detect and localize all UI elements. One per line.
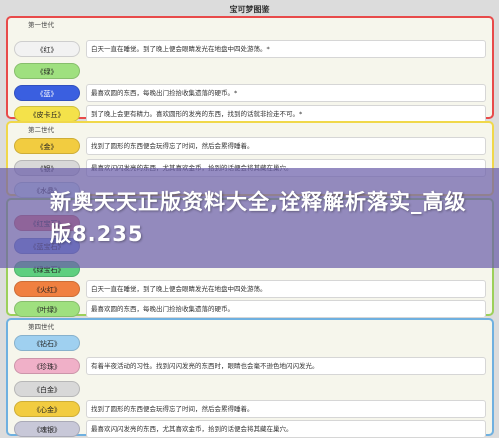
generation-section: 第四世代 《钻石》《珍珠》 有着半夜活动的习性。找到闪闪发亮的东西时，眼睛也会毫不… [6,318,494,438]
version-pill[interactable]: 《火红》 [14,281,80,297]
version-pill[interactable]: 《皮卡丘》 [14,106,80,122]
list-item[interactable]: 《金》 找到了圆形的东西便会玩得忘了时间，然后会累得睡着。 [12,137,488,155]
entry-description: 最喜欢圆的东西，每晚出门捡拾收集遗落的硬币。* [86,84,486,102]
entry-description: 有着半夜活动的习性。找到闪闪发亮的东西时，眼睛也会毫不逊色地闪闪发光。 [86,357,486,375]
list-item[interactable]: 《魂银》 最喜欢闪闪发亮的东西，尤其喜欢金币，拾到的话便会将其藏在巢穴。 [12,420,488,438]
list-item[interactable]: 《火红》 白天一直在睡觉，到了晚上便会眼睛发光在地盘中四处游荡。 [12,280,488,298]
section-label: 第四世代 [28,323,54,331]
overlay-banner: 新奥天天正版资料大全,诠释解析落实_高级版8.235 [0,168,499,268]
section-label: 第二世代 [28,126,54,134]
version-pill[interactable]: 《珍珠》 [14,358,80,374]
entry-description: 白天一直在睡觉。到了晚上便会眼睛发光在地盘中四处游荡。* [86,40,486,58]
banner-text: 新奥天天正版资料大全,诠释解析落实_高级版8.235 [50,190,467,246]
entry-description: 找到了圆形的东西便会玩得忘了时间，然后会累得睡着。 [86,137,486,155]
page: 宝可梦图鉴 第一世代 《红》 白天一直在睡觉。到了晚上便会眼睛发光在地盘中四处游荡… [0,0,499,438]
list-item[interactable]: 《白金》 [12,380,488,398]
version-pill[interactable]: 《绿》 [14,63,80,79]
entry-description: 最喜欢闪闪发亮的东西，尤其喜欢金币，拾到的话便会将其藏在巢穴。 [86,420,486,438]
list-item[interactable]: 《心金》 找到了圆形的东西便会玩得忘了时间，然后会累得睡着。 [12,400,488,418]
version-pill[interactable]: 《蓝》 [14,85,80,101]
version-pill[interactable]: 《叶绿》 [14,301,80,317]
entry-description: 白天一直在睡觉，到了晚上便会眼睛发光在地盘中四处游荡。 [86,280,486,298]
version-pill[interactable]: 《红》 [14,41,80,57]
generation-section: 第一世代 《红》 白天一直在睡觉。到了晚上便会眼睛发光在地盘中四处游荡。* 《绿》《… [6,16,494,123]
page-title: 宝可梦图鉴 [229,5,270,14]
list-item[interactable]: 《蓝》 最喜欢圆的东西，每晚出门捡拾收集遗落的硬币。* [12,84,488,102]
section-label: 第一世代 [28,21,54,29]
version-pill[interactable]: 《金》 [14,138,80,154]
entry-description: 找到了圆形的东西便会玩得忘了时间，然后会累得睡着。 [86,400,486,418]
version-pill[interactable]: 《钻石》 [14,335,80,351]
list-item[interactable]: 《钻石》 [12,334,488,352]
list-item[interactable]: 《珍珠》 有着半夜活动的习性。找到闪闪发亮的东西时，眼睛也会毫不逊色地闪闪发光。 [12,357,488,375]
version-pill[interactable]: 《魂银》 [14,421,80,437]
list-item[interactable]: 《叶绿》 最喜欢圆的东西，每晚出门捡拾收集遗落的硬币。 [12,300,488,318]
version-pill[interactable]: 《白金》 [14,381,80,397]
version-pill[interactable]: 《心金》 [14,401,80,417]
list-item[interactable]: 《红》 白天一直在睡觉。到了晚上便会眼睛发光在地盘中四处游荡。* [12,40,488,58]
list-item[interactable]: 《绿》 [12,62,488,80]
entry-description: 最喜欢圆的东西，每晚出门捡拾收集遗落的硬币。 [86,300,486,318]
